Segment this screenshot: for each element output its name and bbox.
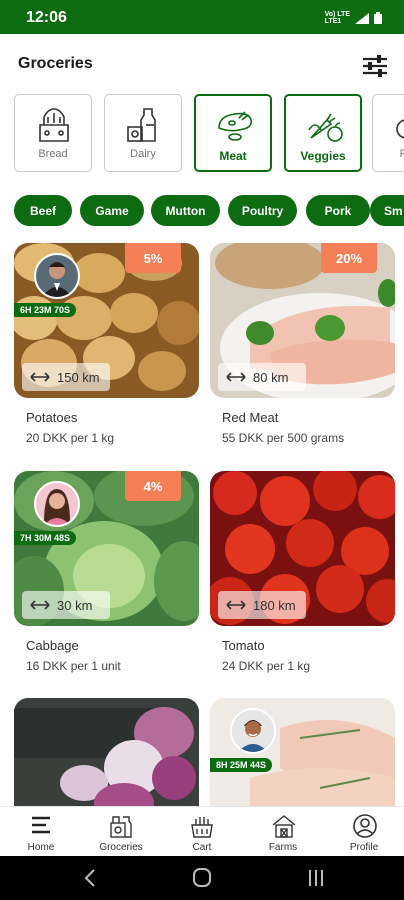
back-chevron-icon [84,869,95,887]
farm-icon [272,815,296,838]
nav-groceries[interactable]: Groceries [81,807,161,857]
product-card[interactable]: 20% 80 km Red Meat 55 DKK per 500 grams [210,243,395,458]
system-navigation-bar [0,856,404,900]
turnips-image [14,698,199,806]
product-card[interactable]: 8H 25M 44S [210,698,395,806]
category-label: Meat [219,149,247,163]
product-name: Potatoes [26,410,78,425]
dairy-icon [127,108,156,142]
meat-icon [218,111,253,141]
chip-smoked[interactable]: Sm [370,195,404,226]
status-icons: Vo) LTE LTE1 [325,11,382,25]
seller-avatar[interactable] [34,253,80,299]
product-image[interactable] [14,698,199,806]
status-time: 12:06 [26,9,67,26]
nav-label: Farms [268,842,298,853]
discount-badge: 20% [321,243,377,273]
discount-badge: 5% [125,243,181,273]
battery-icon [374,12,382,24]
signal-icon [355,12,369,24]
system-recents-button[interactable] [296,865,336,891]
product-image[interactable]: 180 km [210,471,395,626]
seller-avatar[interactable] [230,708,276,754]
subcategory-row: Beef Game Mutton Poultry Pork Sm [14,195,404,227]
distance-value: 180 km [253,597,296,613]
page-title: Groceries [18,55,93,72]
system-home-button[interactable] [182,865,222,891]
countdown-timer: 6H 23M 70S [14,303,77,317]
category-veggies[interactable]: Veggies [284,94,362,172]
app-header: Groceries [0,34,404,92]
bread-icon [39,108,69,142]
category-label: Bread [38,148,68,160]
distance-badge: 180 km [218,591,306,619]
category-meat[interactable]: Meat [194,94,272,172]
seller-photo [36,483,78,525]
product-price: 55 DKK per 500 grams [222,431,345,445]
product-price: 16 DKK per 1 unit [26,659,121,673]
countdown-timer: 8H 25M 44S [210,758,273,772]
network-indicator: Vo) LTE LTE1 [324,11,350,25]
distance-value: 30 km [57,597,93,613]
nav-label: Cart [192,842,212,853]
nav-label: Groceries [99,842,143,853]
cart-icon [191,817,213,838]
veggies-icon [308,113,343,142]
recents-icon [309,870,323,886]
nav-farms[interactable]: Farms [243,807,323,857]
category-fruit[interactable]: F [372,94,404,172]
distance-arrows-icon [30,372,50,382]
nav-profile[interactable]: Profile [324,807,404,857]
countdown-timer: 7H 30M 48S [14,531,77,545]
fruit-icon [396,119,404,139]
filter-button[interactable] [359,51,391,81]
distance-value: 150 km [57,369,100,385]
category-label: Dairy [130,148,156,160]
chip-poultry[interactable]: Poultry [228,195,297,226]
sliders-icon [363,55,387,77]
nav-home[interactable]: Home [1,807,81,857]
product-price: 24 DKK per 1 kg [222,659,311,673]
discount-badge: 4% [125,471,181,501]
category-bread[interactable]: Bread [14,94,92,172]
status-bar: 12:06 Vo) LTE LTE1 [0,0,404,34]
chip-beef[interactable]: Beef [14,195,72,226]
nav-cart[interactable]: Cart [162,807,242,857]
product-name: Cabbage [26,638,79,653]
product-card[interactable] [14,698,199,806]
chip-mutton[interactable]: Mutton [151,195,220,226]
nav-label: Profile [349,842,379,853]
product-card[interactable]: 4% 30 km 7H 30M 48S Cabbage 16 DKK per 1… [14,471,199,686]
bottom-navigation: Home Groceries Cart Farms Profile [0,806,404,856]
product-card[interactable]: 180 km Tomato 24 DKK per 1 kg [210,471,395,686]
chip-pork[interactable]: Pork [306,195,370,226]
seller-photo [36,255,78,297]
chip-game[interactable]: Game [80,195,144,226]
category-dairy[interactable]: Dairy [104,94,182,172]
product-grid: 5% 150 km 6H 23M 70S Potatoes 20 DKK per… [0,243,404,806]
product-card[interactable]: 5% 150 km 6H 23M 70S Potatoes 20 DKK per… [14,243,199,458]
system-back-button[interactable] [70,865,110,891]
distance-badge: 150 km [22,363,110,391]
seller-photo [232,710,274,752]
distance-arrows-icon [226,372,246,382]
product-name: Red Meat [222,410,279,425]
nav-label: Home [27,842,55,853]
distance-badge: 30 km [22,591,110,619]
category-row: Bread Dairy Meat Veggies F [14,94,404,172]
profile-icon [353,814,377,838]
seller-avatar[interactable] [34,481,80,527]
category-label: Veggies [300,149,346,163]
distance-arrows-icon [30,600,50,610]
product-price: 20 DKK per 1 kg [26,431,115,445]
product-image[interactable]: 20% 80 km [210,243,395,398]
distance-badge: 80 km [218,363,306,391]
home-circle-icon [193,868,211,887]
category-label: F [399,148,404,160]
distance-value: 80 km [253,369,289,385]
home-menu-icon [32,816,50,834]
groceries-icon [110,816,132,838]
distance-arrows-icon [226,600,246,610]
product-name: Tomato [222,638,265,653]
